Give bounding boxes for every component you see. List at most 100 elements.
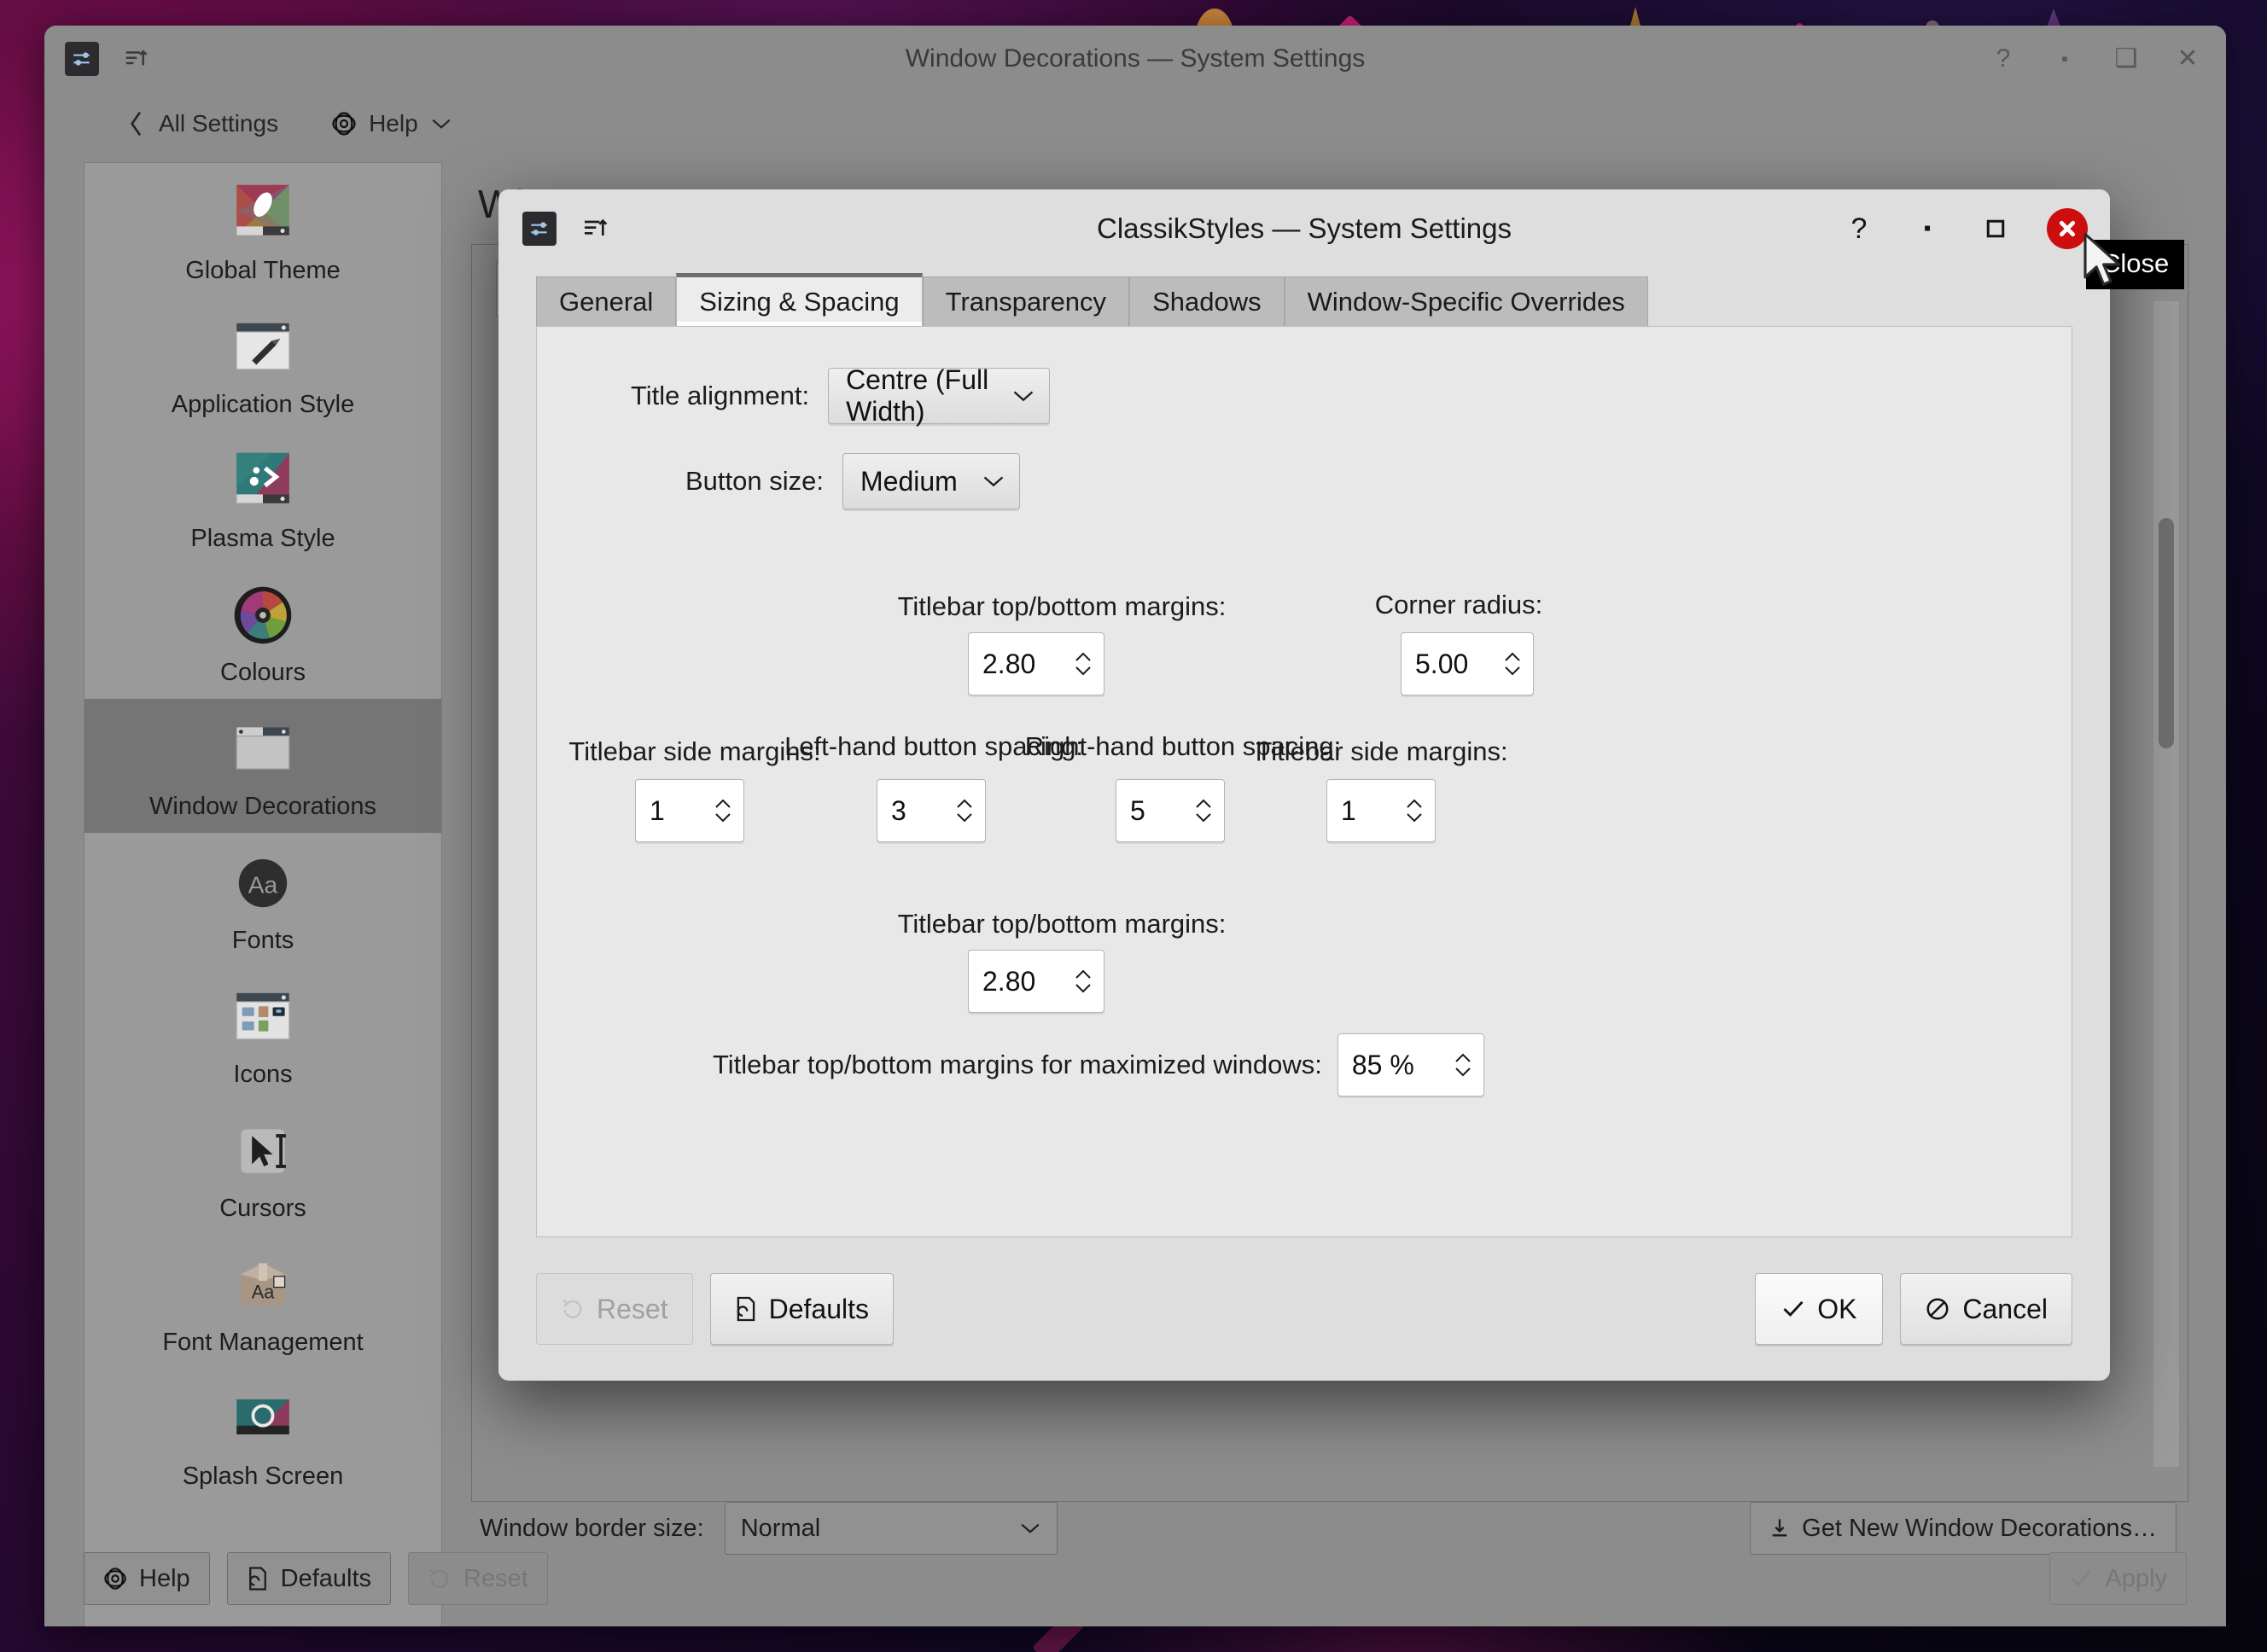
dialog-tabbar[interactable]: General Sizing & Spacing Transparency Sh… [536, 273, 2110, 326]
main-window-titlebar[interactable]: Window Decorations — System Settings ? ▪… [44, 26, 2226, 92]
help-button[interactable]: Help [84, 1552, 210, 1605]
dialog-reset-button: Reset [536, 1273, 693, 1345]
sidebar-item-window-decorations[interactable]: Window Decorations [85, 699, 441, 833]
close-icon[interactable]: ✕ [2173, 44, 2202, 73]
chevron-down-icon [1011, 388, 1035, 404]
sidebar-item-global-theme[interactable]: Global Theme [85, 163, 441, 297]
apply-button: Apply [2049, 1552, 2187, 1605]
content-scrollbar-track[interactable] [2153, 301, 2179, 1467]
corner-radius-value: 5.00 [1415, 648, 1469, 679]
sidebar-item-label: Cursors [219, 1195, 306, 1222]
defaults-button[interactable]: Defaults [226, 1552, 392, 1605]
button-size-select[interactable]: Medium [842, 453, 1020, 509]
tab-transparency[interactable]: Transparency [922, 276, 1130, 326]
sidebar-item-fonts[interactable]: Aa Fonts [85, 833, 441, 967]
cancel-prohibition-icon [1925, 1296, 1950, 1322]
plasma-style-icon [228, 446, 298, 516]
maximized-margins-row: Titlebar top/bottom margins for maximize… [713, 1033, 1484, 1096]
lifering-help-icon [103, 1567, 127, 1591]
titlebar-side-margins-spinner-left[interactable]: 1 [635, 779, 744, 842]
titlebar-tb-margins-spinner-1[interactable]: 2.80 [968, 632, 1104, 695]
titlebar-side-margins-label-right: Titlebar side margins: [1256, 736, 1508, 766]
dialog-titlebar[interactable]: ClassikStyles — System Settings ? ▪ [498, 189, 2110, 268]
splash-screen-icon [228, 1384, 298, 1454]
sidebar-item-colours[interactable]: Colours [85, 565, 441, 699]
sidebar-item-cursors[interactable]: Cursors [85, 1101, 441, 1235]
help-icon[interactable]: ? [1842, 212, 1876, 246]
maximize-icon[interactable] [1979, 212, 2013, 246]
sidebar-item-label: Icons [233, 1061, 293, 1088]
undo-reset-icon [561, 1297, 585, 1321]
tab-sizing-and-spacing[interactable]: Sizing & Spacing [676, 273, 923, 326]
dialog-defaults-label: Defaults [768, 1293, 869, 1324]
chevron-down-icon [430, 116, 452, 131]
title-alignment-label: Title alignment: [631, 381, 810, 410]
spinner-arrows[interactable] [1451, 1052, 1475, 1078]
titlebar-tb-margins-label-2: Titlebar top/bottom margins: [897, 909, 1227, 939]
colours-icon [228, 580, 298, 650]
apply-button-label: Apply [2105, 1564, 2167, 1592]
main-window-titlebar-buttons: ? ▪ ❑ ✕ [1989, 26, 2202, 92]
sidebar-item-label: Plasma Style [190, 525, 335, 552]
maximized-margins-value: 85 % [1351, 1049, 1414, 1080]
sidebar-item-label: Global Theme [185, 257, 341, 284]
sort-ascending-icon[interactable] [118, 41, 154, 77]
sidebar-item-plasma-style[interactable]: Plasma Style [85, 431, 441, 565]
chevron-down-icon [982, 474, 1005, 489]
right-button-spacing-spinner[interactable]: 5 [1116, 779, 1225, 842]
maximized-margins-spinner[interactable]: 85 % [1337, 1033, 1484, 1096]
sidebar-item-splash-screen[interactable]: Splash Screen [85, 1369, 441, 1503]
maximize-icon[interactable]: ❑ [2112, 44, 2141, 73]
global-theme-icon [228, 178, 298, 248]
dialog-titlebar-buttons: ? ▪ [1842, 189, 2088, 268]
minimize-icon[interactable]: ▪ [2050, 44, 2079, 73]
corner-radius-label: Corner radius: [1374, 590, 1543, 620]
chevron-left-icon [126, 110, 147, 137]
spinner-arrows[interactable] [1071, 651, 1095, 677]
spinner-arrows[interactable] [711, 798, 735, 823]
dialog-defaults-button[interactable]: Defaults [709, 1273, 894, 1345]
help-menu-button[interactable]: Help [331, 110, 452, 137]
sidebar-item-label: Window Decorations [149, 793, 376, 820]
application-style-icon [228, 312, 298, 382]
spinner-arrows[interactable] [1192, 798, 1215, 823]
close-button[interactable] [2047, 208, 2088, 249]
tab-general[interactable]: General [536, 276, 677, 326]
check-icon [1781, 1299, 1805, 1319]
sidebar-item-label: Font Management [162, 1329, 364, 1356]
lifering-help-icon [331, 111, 357, 137]
sidebar-item-font-management[interactable]: Aa Font Management [85, 1235, 441, 1369]
sidebar-item-icons[interactable]: Icons [85, 967, 441, 1101]
titlebar-side-margins-value-left: 1 [650, 794, 665, 826]
settings-sidebar[interactable]: Global Theme Application Style Plasma St… [84, 162, 442, 1626]
svg-text:Aa: Aa [248, 871, 278, 899]
cursors-icon [228, 1116, 298, 1186]
sidebar-item-label: Fonts [231, 927, 294, 954]
spinner-arrows[interactable] [1071, 969, 1095, 994]
dialog-cancel-button[interactable]: Cancel [1900, 1273, 2072, 1345]
spinner-arrows[interactable] [953, 798, 976, 823]
sizing-and-spacing-page: Title alignment: Centre (Full Width) But… [536, 326, 2072, 1237]
sort-ascending-icon[interactable] [577, 211, 613, 247]
tab-shadows[interactable]: Shadows [1129, 276, 1285, 326]
minimize-icon[interactable]: ▪ [1910, 212, 1944, 246]
tab-window-specific-overrides[interactable]: Window-Specific Overrides [1284, 276, 1648, 326]
left-button-spacing-spinner[interactable]: 3 [877, 779, 986, 842]
spinner-arrows[interactable] [1501, 651, 1524, 677]
title-alignment-select[interactable]: Centre (Full Width) [828, 364, 1051, 427]
dialog-ok-button[interactable]: OK [1755, 1273, 1884, 1345]
all-settings-back-button[interactable]: All Settings [126, 110, 278, 137]
sidebar-item-label: Splash Screen [182, 1463, 344, 1490]
help-icon[interactable]: ? [1989, 44, 2018, 73]
titlebar-tb-margins-value-1: 2.80 [982, 648, 1036, 679]
titlebar-side-margins-spinner-right[interactable]: 1 [1326, 779, 1436, 842]
sidebar-item-application-style[interactable]: Application Style [85, 297, 441, 431]
titlebar-tb-margins-spinner-2[interactable]: 2.80 [968, 950, 1104, 1013]
content-scrollbar-thumb[interactable] [2159, 518, 2174, 748]
undo-reset-icon [428, 1567, 452, 1591]
system-settings-app-icon [65, 42, 99, 76]
help-label: Help [369, 110, 418, 137]
corner-radius-spinner[interactable]: 5.00 [1401, 632, 1534, 695]
spinner-arrows[interactable] [1402, 798, 1426, 823]
document-defaults-icon [247, 1566, 269, 1591]
